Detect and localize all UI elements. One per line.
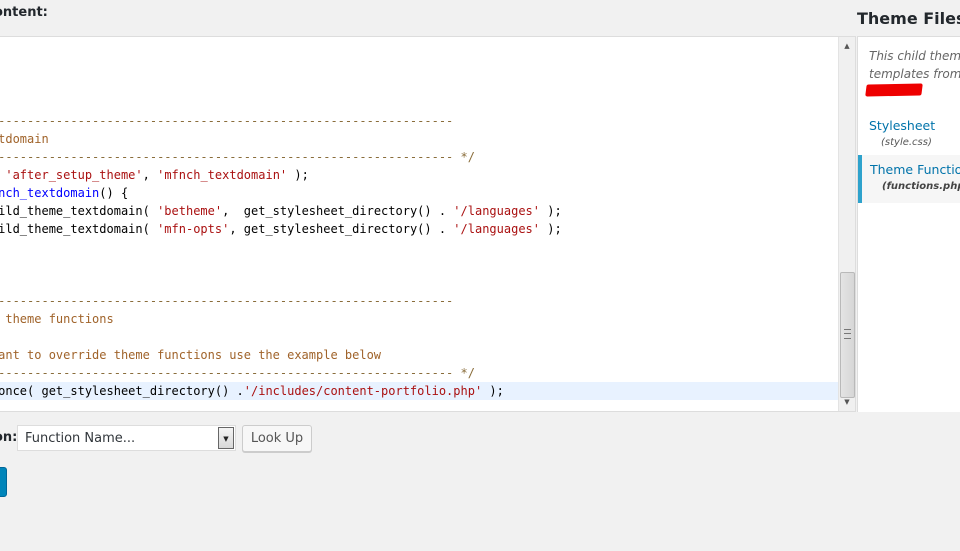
- code-token: ad_child_theme_textdomain(: [0, 204, 150, 218]
- code-line[interactable]: [0, 94, 837, 112]
- scroll-thumb[interactable]: [840, 272, 855, 398]
- code-token: ----------------------------------------…: [0, 294, 454, 308]
- code-token: '/languages': [453, 222, 540, 236]
- file-item-filename: (style.css): [881, 137, 932, 148]
- code-token: );: [540, 222, 562, 236]
- scroll-up-arrow-icon[interactable]: ▲: [839, 39, 855, 53]
- code-token: ,: [142, 168, 158, 182]
- file-item-name[interactable]: Stylesheet: [869, 117, 960, 135]
- code-line[interactable]: [0, 238, 837, 256]
- file-item-name[interactable]: Theme Functions: [870, 161, 960, 179]
- code-line[interactable]: on mfnch_textdomain() {: [0, 184, 837, 202]
- code-token: , get_stylesheet_directory() .: [229, 222, 454, 236]
- theme-files-sidebar: Theme Files This child theme templates f…: [857, 0, 960, 551]
- file-item-stylesheet[interactable]: Stylesheet (style.css): [858, 117, 960, 151]
- code-line[interactable]: ad_child_theme_textdomain( 'mfn-opts', g…: [0, 220, 837, 238]
- code-token: , get_stylesheet_directory() .: [222, 204, 454, 218]
- code-token: );: [287, 168, 309, 182]
- child-theme-note: This child theme templates from: [869, 47, 960, 83]
- file-list: This child theme templates from Styleshe…: [857, 36, 960, 412]
- look-up-button[interactable]: Look Up: [242, 425, 312, 452]
- code-line[interactable]: rride theme functions: [0, 310, 837, 328]
- code-token: () {: [99, 186, 129, 200]
- child-theme-note-line1: This child theme: [869, 49, 960, 63]
- code-line[interactable]: you want to override theme functions use…: [0, 346, 837, 364]
- code-line[interactable]: ----------------------------------------…: [0, 292, 837, 310]
- code-line[interactable]: ----------------------------------------…: [0, 112, 837, 130]
- function-name-select-value: Function Name...: [25, 431, 136, 446]
- code-token: ad_child_theme_textdomain(: [0, 222, 150, 236]
- code-token: ----------------------------------------…: [0, 114, 454, 128]
- code-line[interactable]: ----------------------------------------…: [0, 364, 837, 382]
- code-token: ----------------------------------------…: [0, 150, 475, 164]
- code-token: d Textdomain: [0, 132, 49, 146]
- code-token: 'mfnch_textdomain': [157, 168, 288, 182]
- code-token: '/languages': [453, 204, 540, 218]
- code-line[interactable]: [0, 274, 837, 292]
- code-token: mfnch_textdomain: [0, 186, 100, 200]
- file-item-theme-functions[interactable]: Theme Functions (functions.php): [858, 155, 960, 203]
- update-file-button[interactable]: [0, 467, 7, 497]
- code-line-active[interactable]: uire_once( get_stylesheet_directory() .'…: [0, 382, 839, 400]
- code-line[interactable]: [0, 256, 837, 274]
- grip-icon: [844, 329, 851, 339]
- code-line[interactable]: [0, 58, 837, 76]
- code-line[interactable]: [0, 328, 837, 346]
- sidebar-title: Theme Files: [857, 9, 960, 28]
- code-token: rride theme functions: [5, 312, 114, 326]
- code-token: 'mfn-opts': [157, 222, 230, 236]
- code-token: ----------------------------------------…: [0, 366, 475, 380]
- code-line[interactable]: d Textdomain: [0, 130, 837, 148]
- code-token: );: [540, 204, 562, 218]
- code-token: );: [482, 384, 504, 398]
- redaction-mark: [865, 83, 923, 97]
- code-token: '/includes/content-portfolio.php': [243, 384, 483, 398]
- function-name-select[interactable]: Function Name... ▼: [17, 425, 236, 451]
- file-item-filename: (functions.php): [882, 181, 960, 192]
- scroll-down-arrow-icon[interactable]: ▼: [839, 395, 855, 409]
- code-line[interactable]: [0, 76, 837, 94]
- chevron-down-icon[interactable]: ▼: [218, 427, 234, 449]
- editor-scrollbar[interactable]: ▲ ▼: [838, 37, 855, 411]
- code-token: 'after_setup_theme': [5, 168, 143, 182]
- code-line[interactable]: tion( 'after_setup_theme', 'mfnch_textdo…: [0, 166, 837, 184]
- code-line[interactable]: ad_child_theme_textdomain( 'betheme', ge…: [0, 202, 837, 220]
- code-token: uire_once( get_stylesheet_directory() .: [0, 384, 244, 398]
- file-content-label: ontent:: [0, 5, 48, 20]
- child-theme-note-line2: templates from: [869, 67, 960, 81]
- code-token: 'betheme': [157, 204, 223, 218]
- documentation-label: on:: [0, 430, 18, 445]
- code-editor[interactable]: ----------------------------------------…: [0, 36, 856, 412]
- code-token: you want to override theme functions use…: [0, 348, 382, 362]
- code-line[interactable]: ----------------------------------------…: [0, 148, 837, 166]
- code-lines[interactable]: ----------------------------------------…: [0, 58, 839, 400]
